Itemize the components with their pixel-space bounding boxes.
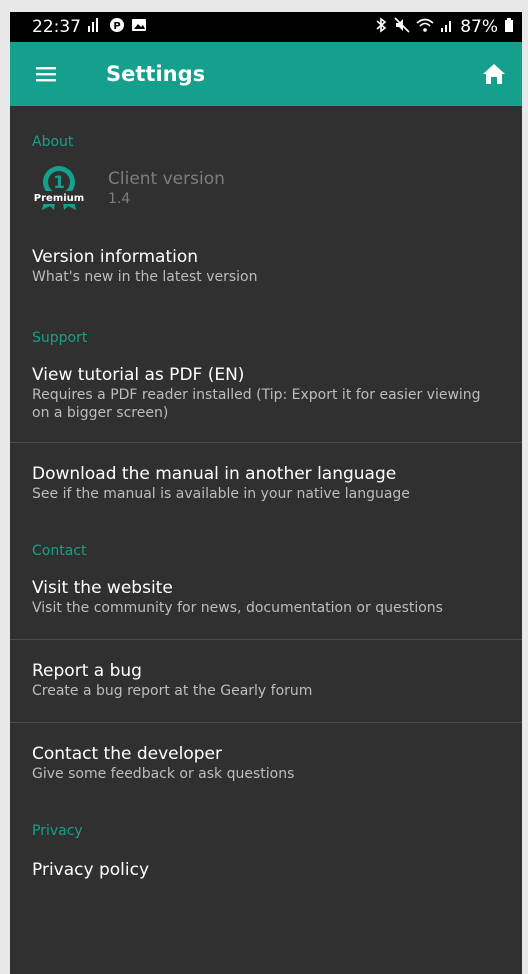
download-manual-item[interactable]: Download the manual in another language … <box>10 463 522 503</box>
page-title: Settings <box>106 62 206 86</box>
privacy-policy-item[interactable]: Privacy policy <box>10 859 522 881</box>
mute-icon <box>394 16 410 38</box>
version-information-sub: What's new in the latest version <box>32 269 258 285</box>
wifi-icon <box>416 17 434 38</box>
svg-text:1: 1 <box>53 173 65 193</box>
bluetooth-icon <box>374 16 388 38</box>
section-header-support: Support <box>32 330 88 346</box>
visit-website-sub: Visit the community for news, documentat… <box>32 600 443 616</box>
divider <box>10 442 522 443</box>
visit-website-title: Visit the website <box>32 578 173 598</box>
client-version-value: 1.4 <box>108 191 131 207</box>
status-bar: 22:37 P 87% <box>10 12 522 42</box>
status-time: 22:37 <box>32 17 81 37</box>
section-header-contact: Contact <box>32 543 87 559</box>
visit-website-item[interactable]: Visit the website Visit the community fo… <box>10 577 522 617</box>
cell-signal-icon <box>440 17 454 38</box>
contact-developer-sub: Give some feedback or ask questions <box>32 766 295 782</box>
svg-text:P: P <box>113 21 120 32</box>
contact-developer-item[interactable]: Contact the developer Give some feedback… <box>10 743 522 783</box>
battery-icon <box>504 17 514 38</box>
report-bug-item[interactable]: Report a bug Create a bug report at the … <box>10 660 522 700</box>
phone-screen: 22:37 P 87% Settings About 1 Premium Cli… <box>10 12 522 974</box>
download-manual-sub: See if the manual is available in your n… <box>32 486 410 502</box>
download-manual-title: Download the manual in another language <box>32 464 397 484</box>
svg-text:Premium: Premium <box>34 193 84 204</box>
view-tutorial-title: View tutorial as PDF (EN) <box>32 365 245 385</box>
app-bar: Settings <box>10 42 522 106</box>
section-header-about: About <box>32 134 74 150</box>
contact-developer-title: Contact the developer <box>32 744 222 764</box>
premium-badge-icon: 1 Premium <box>32 164 86 212</box>
divider <box>10 639 522 640</box>
report-bug-title: Report a bug <box>32 661 142 681</box>
divider <box>10 722 522 723</box>
image-icon <box>131 17 147 38</box>
privacy-policy-title: Privacy policy <box>32 860 149 880</box>
client-version-row: 1 Premium Client version 1.4 <box>10 164 522 212</box>
version-information-item[interactable]: Version information What's new in the la… <box>10 246 522 286</box>
battery-percent: 87% <box>460 17 498 37</box>
view-tutorial-item[interactable]: View tutorial as PDF (EN) Requires a PDF… <box>10 364 522 422</box>
signal-bars-icon <box>87 17 103 38</box>
hamburger-menu-icon <box>36 67 56 82</box>
home-icon <box>483 64 505 84</box>
version-information-title: Version information <box>32 247 199 267</box>
client-version-label: Client version <box>108 169 225 189</box>
home-button[interactable] <box>478 58 510 90</box>
menu-button[interactable] <box>32 60 60 88</box>
section-header-privacy: Privacy <box>32 823 83 839</box>
pinterest-icon: P <box>109 17 125 38</box>
report-bug-sub: Create a bug report at the Gearly forum <box>32 683 313 699</box>
view-tutorial-sub: Requires a PDF reader installed (Tip: Ex… <box>32 387 481 421</box>
